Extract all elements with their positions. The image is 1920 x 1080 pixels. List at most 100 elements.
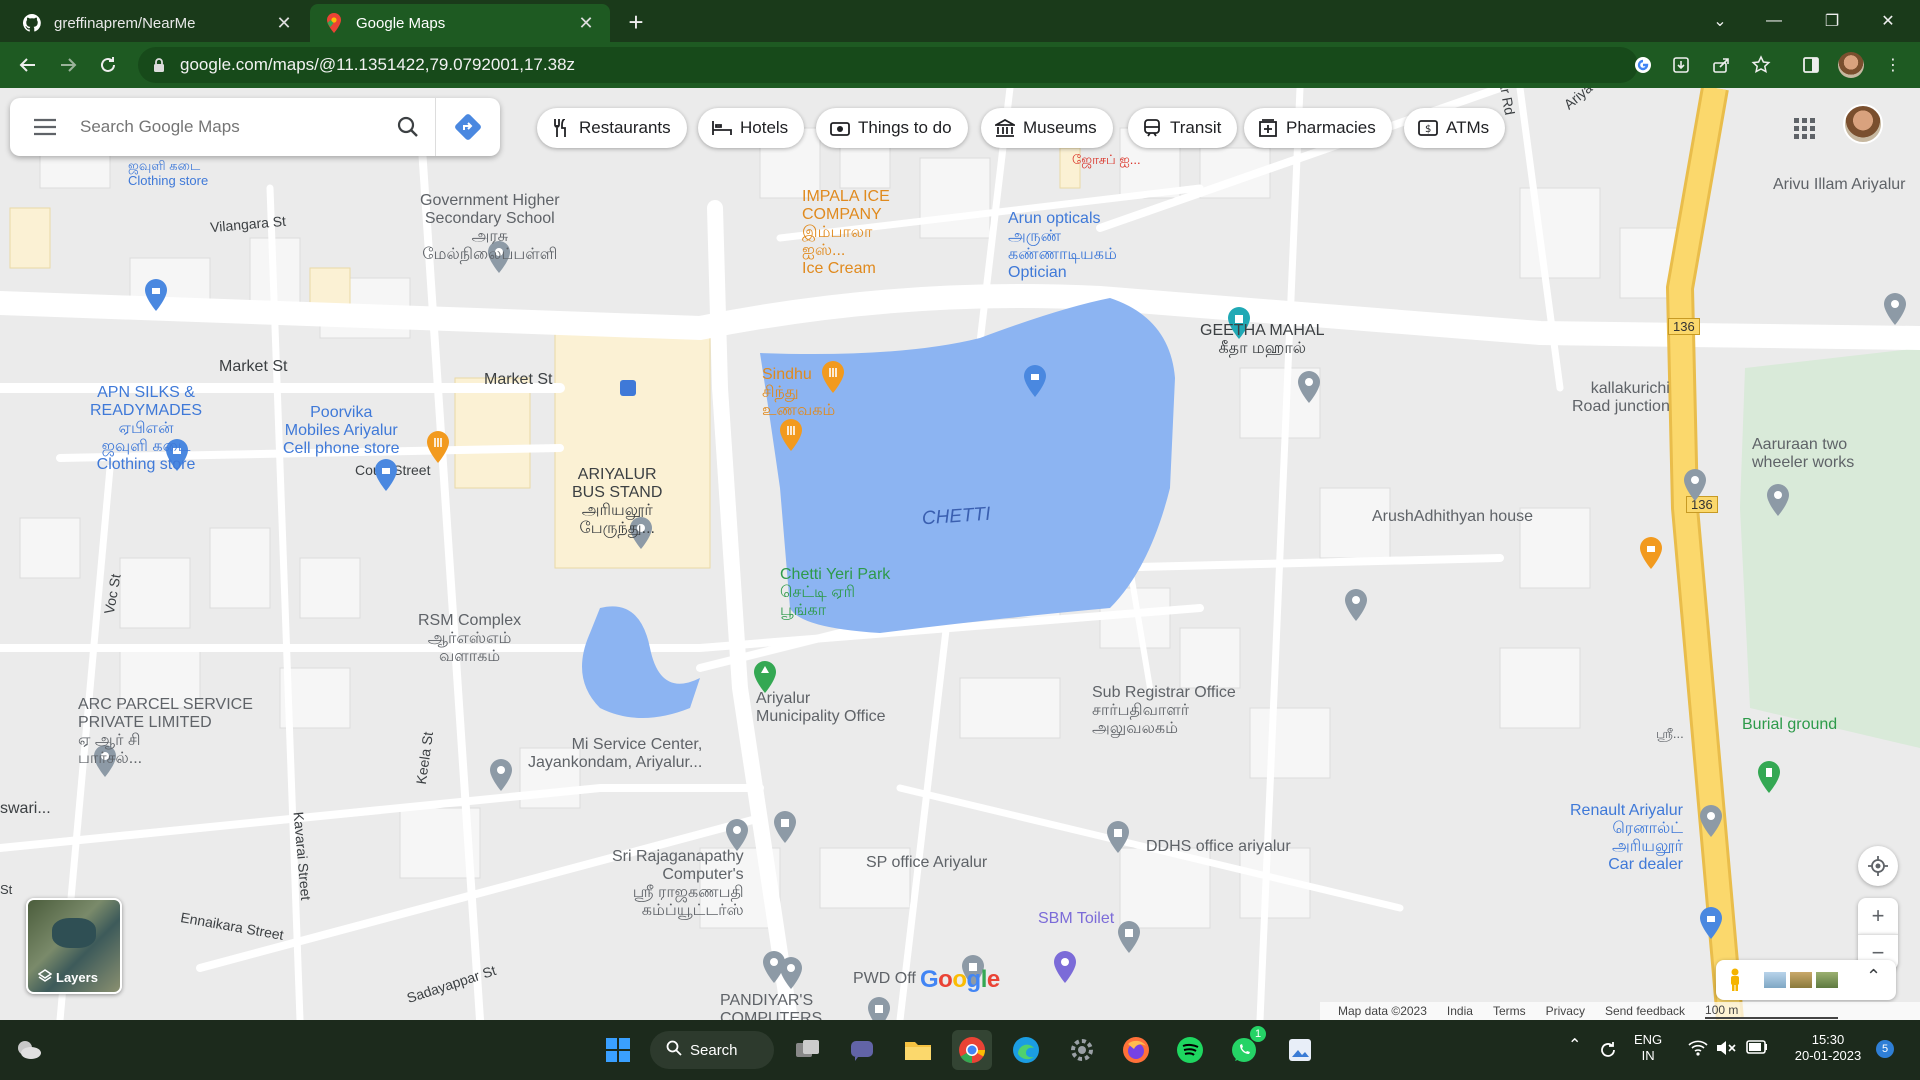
poi-label[interactable]: DDHS office ariyalur bbox=[1146, 838, 1291, 856]
chip-pharmacies[interactable]: Pharmacies bbox=[1244, 108, 1392, 148]
clock[interactable]: 15:30 20-01-2023 bbox=[1786, 1032, 1870, 1064]
place-pin-icon[interactable] bbox=[724, 818, 750, 852]
poi-label[interactable]: SBM Toilet bbox=[1038, 910, 1114, 928]
poi-label-govt-school[interactable]: Government Higher Secondary School அரசு மே… bbox=[420, 192, 560, 264]
minimize-icon[interactable]: — bbox=[1752, 4, 1796, 38]
poi-label-bus-stand[interactable]: ARIYALUR BUS STAND அரியலூர் பேருந்து... bbox=[572, 466, 662, 538]
search-input[interactable] bbox=[80, 117, 380, 137]
poi-label[interactable]: PWD Off bbox=[853, 970, 916, 988]
poi-label-geetha-mahal[interactable]: GEETHA MAHAL கீதா மஹால் bbox=[1200, 322, 1324, 358]
poi-label-rsm[interactable]: RSM Complex ஆர்எஸ்எம் வளாகம் bbox=[418, 612, 521, 666]
wifi-icon[interactable] bbox=[1688, 1040, 1708, 1060]
settings-gear-icon[interactable] bbox=[1062, 1030, 1102, 1070]
imagery-thumb[interactable] bbox=[1790, 972, 1812, 988]
poi-label[interactable]: Burial ground bbox=[1742, 716, 1837, 734]
place-pin-icon[interactable] bbox=[1882, 292, 1908, 326]
government-pin-icon[interactable] bbox=[1116, 920, 1142, 954]
bookmark-star-icon[interactable] bbox=[1748, 52, 1774, 78]
weather-icon[interactable] bbox=[8, 1030, 48, 1070]
restaurant-pin-icon[interactable] bbox=[778, 418, 804, 452]
place-pin-icon[interactable] bbox=[488, 758, 514, 792]
tab-google-maps[interactable]: Google Maps ✕ bbox=[310, 4, 610, 42]
poi-label-sindhu[interactable]: Sindhu சிந்து உணவகம் bbox=[762, 366, 835, 420]
car-dealer-pin-icon[interactable] bbox=[1698, 906, 1724, 940]
chip-atms[interactable]: $ ATMs bbox=[1404, 108, 1506, 148]
cemetery-pin-icon[interactable] bbox=[1756, 760, 1782, 794]
window-close-icon[interactable]: ✕ bbox=[1866, 4, 1910, 38]
poi-label-arc-parcel[interactable]: ARC PARCEL SERVICE PRIVATE LIMITED ஏ ஆர் … bbox=[78, 696, 253, 768]
park-pin-icon[interactable] bbox=[752, 660, 778, 694]
search-icon[interactable] bbox=[380, 98, 436, 156]
restaurant-pin-icon[interactable] bbox=[425, 430, 451, 464]
place-pin-icon[interactable] bbox=[1682, 468, 1708, 502]
poi-label[interactable]: ஸ்ரீ... bbox=[1656, 726, 1684, 741]
my-location-button[interactable] bbox=[1858, 846, 1898, 886]
forward-icon[interactable] bbox=[52, 49, 84, 81]
back-icon[interactable] bbox=[12, 49, 44, 81]
imagery-thumb[interactable] bbox=[1764, 972, 1786, 988]
maximize-icon[interactable]: ❐ bbox=[1810, 4, 1854, 38]
toilet-pin-icon[interactable] bbox=[1052, 950, 1078, 984]
more-menu-icon[interactable]: ⋮ bbox=[1880, 52, 1906, 78]
privacy-link[interactable]: Privacy bbox=[1546, 1004, 1585, 1018]
poi-label-apn-silks[interactable]: APN SILKS & READYMADES ஏபிஎன் ஜவுளி கடை Clo… bbox=[90, 384, 202, 474]
volume-muted-icon[interactable] bbox=[1716, 1040, 1736, 1060]
place-pin-icon[interactable] bbox=[1343, 588, 1369, 622]
address-bar[interactable]: google.com/maps/@11.1351422,79.0792001,1… bbox=[138, 47, 1638, 83]
directions-icon[interactable] bbox=[436, 98, 500, 156]
region-link[interactable]: India bbox=[1447, 1004, 1473, 1018]
poi-label-impala[interactable]: IMPALA ICE COMPANY இம்பாலா ஐஸ்... Ice Cream bbox=[802, 188, 890, 278]
battery-icon[interactable] bbox=[1746, 1040, 1768, 1058]
poi-label-renault[interactable]: Renault Ariyalur ரெனால்ட் அரியலூர் Car deal… bbox=[1570, 802, 1683, 874]
layers-button[interactable]: Layers bbox=[26, 898, 122, 994]
edge-icon[interactable] bbox=[1006, 1030, 1046, 1070]
government-pin-icon[interactable] bbox=[866, 996, 892, 1020]
chrome-icon[interactable] bbox=[952, 1030, 992, 1070]
poi-label-chetti-park[interactable]: Chetti Yeri Park செட்டி ஏரி பூங்கா bbox=[780, 566, 890, 620]
place-pin-icon[interactable] bbox=[1296, 370, 1322, 404]
whatsapp-icon[interactable]: 1 bbox=[1224, 1026, 1266, 1070]
share-icon[interactable] bbox=[1708, 52, 1734, 78]
poi-label[interactable]: ArushAdhithyan house bbox=[1372, 508, 1533, 526]
government-pin-icon[interactable] bbox=[1105, 820, 1131, 854]
google-lens-icon[interactable] bbox=[1630, 52, 1656, 78]
close-icon[interactable]: ✕ bbox=[576, 13, 596, 33]
close-icon[interactable]: ✕ bbox=[274, 13, 294, 33]
file-explorer-icon[interactable] bbox=[898, 1030, 938, 1070]
bus-stop-icon[interactable] bbox=[620, 380, 636, 396]
new-tab-button[interactable]: + bbox=[622, 9, 650, 37]
chip-transit[interactable]: Transit bbox=[1128, 108, 1238, 148]
google-apps-icon[interactable] bbox=[1792, 116, 1816, 140]
poi-label-municipality[interactable]: Ariyalur Municipality Office bbox=[756, 690, 886, 726]
chevron-up-icon[interactable]: ⌃ bbox=[1568, 1038, 1581, 1054]
pegman-icon[interactable] bbox=[1728, 968, 1742, 992]
teams-chat-icon[interactable] bbox=[842, 1030, 882, 1070]
profile-avatar-icon[interactable] bbox=[1838, 52, 1864, 78]
side-panel-icon[interactable] bbox=[1798, 52, 1824, 78]
menu-icon[interactable] bbox=[10, 98, 80, 156]
expand-icon[interactable]: ⌃ bbox=[1866, 966, 1881, 987]
taskbar-search[interactable]: Search bbox=[650, 1031, 774, 1069]
map-canvas[interactable]: 136 136 Vilangara St Market St Market St… bbox=[0, 88, 1920, 1020]
poi-label[interactable]: Arivu Illam Ariyalur bbox=[1773, 176, 1905, 194]
account-avatar[interactable] bbox=[1843, 104, 1883, 144]
poi-label[interactable]: SP office Ariyalur bbox=[866, 854, 987, 872]
poi-label-pandiyar[interactable]: PANDIYAR'S COMPUTERS bbox=[720, 992, 822, 1020]
place-pin-icon[interactable] bbox=[1765, 483, 1791, 517]
send-feedback-link[interactable]: Send feedback bbox=[1605, 1004, 1685, 1018]
poi-label-arun-opticals[interactable]: Arun opticals அருண் கண்ணாடியகம் Optician bbox=[1008, 210, 1117, 282]
shopping-pin-icon[interactable] bbox=[373, 458, 399, 492]
tab-search-icon[interactable]: ⌄ bbox=[1698, 4, 1742, 38]
place-pin-icon[interactable] bbox=[1698, 804, 1724, 838]
terms-link[interactable]: Terms bbox=[1493, 1004, 1526, 1018]
chip-hotels[interactable]: Hotels bbox=[698, 108, 805, 148]
poi-label-mi-service[interactable]: Mi Service Center, Jayankondam, Ariyalur.… bbox=[528, 736, 702, 772]
scale-bar[interactable]: 100 m bbox=[1705, 1003, 1839, 1019]
notification-count-badge[interactable]: 5 bbox=[1876, 1040, 1894, 1058]
place-pin-icon[interactable] bbox=[778, 956, 804, 990]
lock-icon[interactable] bbox=[152, 57, 168, 73]
task-view-icon[interactable] bbox=[788, 1030, 828, 1070]
imagery-thumb[interactable] bbox=[1816, 972, 1838, 988]
zoom-in-button[interactable]: + bbox=[1858, 898, 1898, 934]
install-icon[interactable] bbox=[1668, 52, 1694, 78]
